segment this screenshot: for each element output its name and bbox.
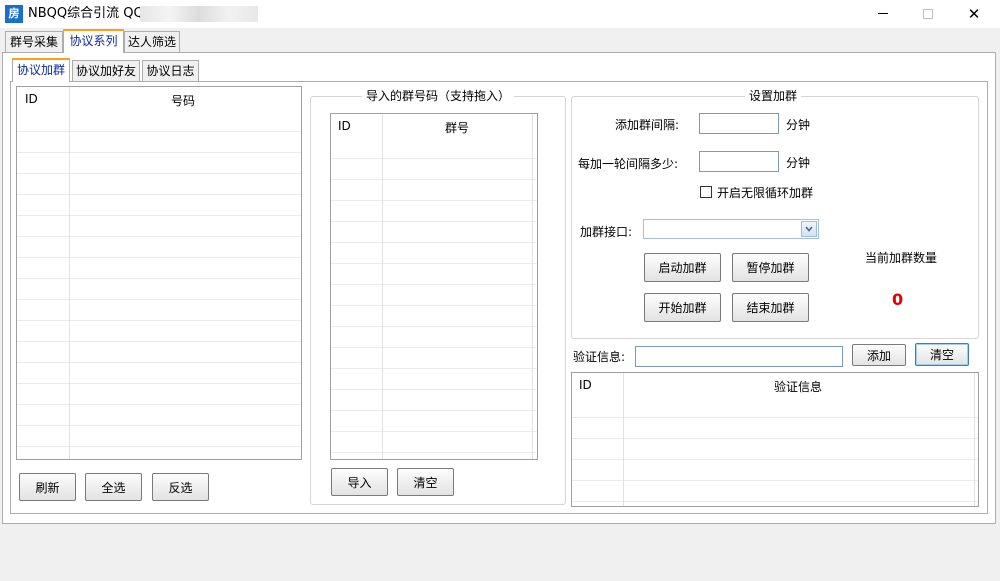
grid-header: ID 群号: [331, 114, 537, 138]
launch-add-group-button[interactable]: 启动加群: [644, 253, 721, 282]
round-interval-input[interactable]: [699, 151, 779, 172]
title-redacted-area: [140, 6, 258, 22]
import-groupbox-title: 导入的群号码（支持拖入）: [362, 89, 515, 103]
chevron-down-icon: [805, 226, 813, 232]
tab-protocol-add-group[interactable]: 协议加群: [12, 58, 70, 82]
settings-groupbox-title: 设置加群: [745, 89, 802, 103]
close-button[interactable]: ✕: [951, 0, 997, 28]
column-header-verify-info: 验证信息: [774, 380, 823, 394]
column-divider: [623, 373, 624, 506]
column-divider: [69, 87, 70, 459]
tab-protocol-log[interactable]: 协议日志: [142, 60, 199, 82]
tab-protocol-add-friend[interactable]: 协议加好友: [72, 60, 140, 82]
clear-imported-button[interactable]: 清空: [397, 468, 454, 496]
app-logo-icon: 房: [5, 5, 23, 23]
import-button[interactable]: 导入: [331, 468, 388, 496]
column-header-id: ID: [579, 378, 592, 392]
minimize-icon: [878, 13, 888, 14]
start-add-group-button[interactable]: 开始加群: [644, 293, 721, 322]
maximize-icon: [923, 8, 933, 19]
column-header-group-number: 群号: [445, 121, 470, 135]
minimize-button[interactable]: [860, 0, 906, 28]
window-title: NBQQ综合引流 QQ: [28, 6, 144, 21]
api-select[interactable]: [643, 219, 819, 239]
infinite-loop-label: 开启无限循环加群: [717, 186, 814, 200]
column-divider: [974, 373, 975, 506]
tab-expert-filter[interactable]: 达人筛选: [124, 31, 180, 53]
select-all-button[interactable]: 全选: [85, 473, 142, 501]
grid-header: ID 验证信息: [572, 373, 978, 397]
column-header-id: ID: [338, 119, 351, 133]
verify-info-label: 验证信息:: [573, 350, 626, 364]
verify-info-grid[interactable]: ID 验证信息: [571, 372, 979, 507]
maximize-button[interactable]: [905, 0, 951, 28]
infinite-loop-checkbox[interactable]: [700, 186, 712, 198]
round-interval-unit: 分钟: [786, 156, 811, 170]
stop-add-group-button[interactable]: 结束加群: [732, 293, 809, 322]
pause-add-group-button[interactable]: 暂停加群: [732, 253, 809, 282]
refresh-button[interactable]: 刷新: [19, 473, 76, 501]
interval-input[interactable]: [699, 113, 779, 134]
close-icon: ✕: [967, 5, 981, 23]
add-verify-button[interactable]: 添加: [852, 344, 906, 366]
tab-group-collect[interactable]: 群号采集: [5, 31, 63, 53]
imported-group-grid[interactable]: ID 群号: [330, 113, 538, 460]
title-bar: 房 NBQQ综合引流 QQ ✕: [0, 0, 1000, 28]
grid-rows: [572, 397, 978, 506]
tab-protocol-series[interactable]: 协议系列: [63, 29, 124, 53]
current-count-label: 当前加群数量: [865, 251, 938, 265]
column-header-id: ID: [25, 92, 38, 106]
round-interval-label: 每加一轮间隔多少:: [578, 157, 679, 171]
invert-selection-button[interactable]: 反选: [152, 473, 209, 501]
api-label: 加群接口:: [580, 225, 633, 239]
grid-rows: [17, 111, 301, 459]
interval-label: 添加群间隔:: [615, 118, 680, 132]
dropdown-button[interactable]: [801, 221, 817, 237]
column-divider: [532, 114, 533, 459]
column-header-number: 号码: [171, 94, 196, 108]
grid-rows: [331, 138, 537, 459]
current-count-value: 0: [892, 290, 904, 309]
number-list-grid[interactable]: ID 号码: [16, 86, 302, 460]
column-divider: [382, 114, 383, 459]
interval-unit: 分钟: [786, 118, 811, 132]
verify-info-input[interactable]: [635, 346, 843, 367]
grid-header: ID 号码: [17, 87, 301, 111]
clear-verify-button[interactable]: 清空: [915, 343, 969, 366]
